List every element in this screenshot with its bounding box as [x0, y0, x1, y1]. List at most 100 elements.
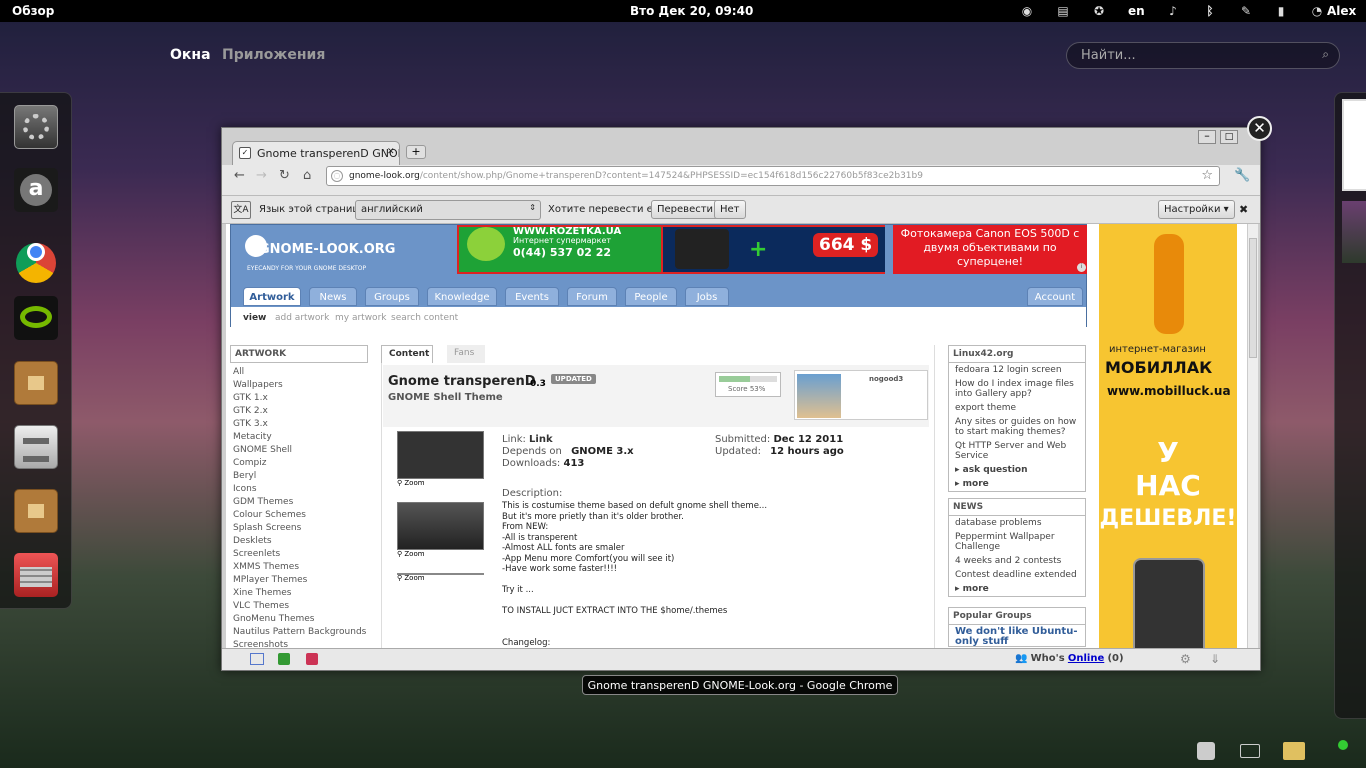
zoom-link-2[interactable]: ⚲ Zoom	[397, 550, 425, 558]
home-icon[interactable]: ⌂	[303, 168, 311, 183]
linux42-item[interactable]: Qt HTTP Server and Web Service	[949, 439, 1085, 463]
chrome-icon[interactable]	[14, 232, 58, 283]
settings-icon[interactable]	[14, 105, 58, 149]
banner-camera[interactable]: + 664 $	[663, 225, 885, 274]
avatar[interactable]	[797, 374, 841, 418]
link-value[interactable]: Link	[529, 434, 553, 445]
bluetooth-icon[interactable]: ᛒ	[1203, 4, 1217, 18]
clock[interactable]: Втo Дек 20, 09:40	[630, 4, 753, 18]
screenshot-thumb-1[interactable]	[397, 431, 484, 479]
page-info-icon[interactable]: ◌	[331, 170, 343, 182]
pen-icon[interactable]: ✎	[1239, 4, 1253, 18]
page-scrollbar[interactable]	[1247, 224, 1258, 648]
sidebar-item[interactable]: MPlayer Themes	[233, 575, 373, 588]
notification-icon[interactable]	[1283, 742, 1305, 760]
sidebar-item[interactable]: Compiz	[233, 458, 373, 471]
chrome-window[interactable]: – □ ✓ Gnome transperenD GNOM ✕ + ← → ↻ ⌂…	[221, 127, 1261, 671]
browser-tab[interactable]: ✓ Gnome transperenD GNOM ✕	[232, 141, 400, 165]
sidebar-item[interactable]: Metacity	[233, 432, 373, 445]
gear-icon[interactable]: ⚙	[1180, 652, 1191, 666]
zoom-link-1[interactable]: ⚲ Zoom	[397, 479, 425, 487]
news-item[interactable]: Peppermint Wallpaper Challenge	[949, 530, 1085, 554]
keyboard-icon[interactable]	[1240, 744, 1260, 758]
wrench-icon[interactable]: 🔧	[1234, 168, 1250, 183]
tab-fans[interactable]: Fans	[447, 345, 485, 363]
forward-icon[interactable]: →	[256, 168, 267, 183]
language-select[interactable]: английский ⇕	[355, 200, 541, 220]
linux42-item[interactable]: fedoara 12 login screen	[949, 363, 1085, 377]
sidebar-item[interactable]: Icons	[233, 484, 373, 497]
status-dot-icon[interactable]	[1338, 740, 1348, 750]
minimize-button[interactable]: –	[1198, 130, 1216, 144]
file-cabinet-icon[interactable]	[14, 425, 58, 469]
sidebar-item[interactable]: GDM Themes	[233, 497, 373, 510]
sidebar-item[interactable]: GTK 1.x	[233, 393, 373, 406]
keyboard-layout[interactable]: en	[1128, 4, 1145, 18]
subnav-search-content[interactable]: search content	[391, 313, 458, 323]
folder-icon[interactable]: ▤	[1056, 4, 1070, 18]
ask-question-link[interactable]: ▸ ask question	[949, 463, 1085, 477]
tab-news[interactable]: News	[309, 287, 357, 306]
linux42-more-link[interactable]: ▸ more	[949, 477, 1085, 491]
linux42-title[interactable]: Linux42.org	[949, 346, 1085, 363]
translate-settings-button[interactable]: Настройки ▾	[1158, 200, 1235, 219]
back-icon[interactable]: ←	[234, 168, 245, 183]
battery-icon[interactable]: ▮	[1274, 4, 1288, 18]
archive-manager-icon[interactable]	[14, 361, 58, 405]
close-window-button[interactable]: ✕	[1247, 116, 1272, 141]
share-icon[interactable]	[278, 653, 290, 665]
tab-artwork[interactable]: Artwork	[243, 287, 301, 306]
sidebar-item[interactable]: All	[233, 367, 373, 380]
tab-account[interactable]: Account	[1027, 287, 1083, 306]
tab-groups[interactable]: Groups	[365, 287, 419, 306]
whos-online[interactable]: 👥 Who's Online (0)	[1015, 653, 1124, 664]
tab-events[interactable]: Events	[505, 287, 559, 306]
subnav-add-artwork[interactable]: add artwork	[275, 313, 329, 323]
sidebar-item[interactable]: GnoMenu Themes	[233, 614, 373, 627]
firewall-icon[interactable]	[14, 553, 58, 597]
workspace-1[interactable]	[1342, 99, 1366, 191]
sidebar-item[interactable]: VLC Themes	[233, 601, 373, 614]
tab-content[interactable]: Content	[381, 345, 433, 363]
sidebar-item[interactable]: GTK 3.x	[233, 419, 373, 432]
address-bar[interactable]: ◌ gnome-look.org/content/show.php/Gnome+…	[326, 166, 1220, 186]
tab-applications[interactable]: Приложения	[222, 47, 325, 63]
screenshot-thumb-2[interactable]	[397, 502, 484, 550]
tab-windows[interactable]: Окна	[170, 47, 211, 63]
sidebar-item[interactable]: Wallpapers	[233, 380, 373, 393]
reload-icon[interactable]: ↻	[279, 168, 290, 183]
package-installer-icon[interactable]	[14, 489, 58, 533]
overview-search-input[interactable]: Найти... ⌕	[1066, 42, 1340, 69]
bookmark-icon[interactable]	[250, 653, 264, 665]
banner-rozetka[interactable]: WWW.ROZETKA.UA Интернет супермаркет 0(44…	[457, 225, 663, 274]
news-item[interactable]: database problems	[949, 516, 1085, 530]
sidebar-item[interactable]: Desklets	[233, 536, 373, 549]
linux42-item[interactable]: Any sites or guides on how to start maki…	[949, 415, 1085, 439]
translate-button[interactable]: Перевести	[651, 200, 720, 219]
collapse-icon[interactable]: ⇓	[1210, 652, 1220, 666]
sidebar-item[interactable]: Screenshots	[233, 640, 373, 648]
infobar-close-icon[interactable]: ✖	[1239, 203, 1248, 216]
amazon-icon[interactable]: a	[14, 168, 58, 212]
author-box[interactable]: nogood3	[794, 370, 928, 420]
user-menu[interactable]: Alex	[1327, 4, 1356, 18]
sidebar-item[interactable]: Colour Schemes	[233, 510, 373, 523]
sidebar-item[interactable]: Xine Themes	[233, 588, 373, 601]
rss-icon[interactable]	[306, 653, 318, 665]
tab-close-icon[interactable]: ✕	[387, 147, 395, 157]
sidebar-item[interactable]: Screenlets	[233, 549, 373, 562]
linux42-item[interactable]: How do I index image files into Gallery …	[949, 377, 1085, 401]
eject-icon[interactable]	[1197, 742, 1215, 760]
zoom-link-3[interactable]: ⚲ Zoom	[397, 574, 425, 582]
tab-knowledge[interactable]: Knowledge	[427, 287, 497, 306]
sidebar-item[interactable]: XMMS Themes	[233, 562, 373, 575]
sidebar-item[interactable]: Beryl	[233, 471, 373, 484]
author-name[interactable]: nogood3	[869, 375, 903, 383]
maximize-button[interactable]: □	[1220, 130, 1238, 144]
news-item[interactable]: Contest deadline extended	[949, 568, 1085, 582]
network-icon[interactable]: ◉	[1020, 4, 1034, 18]
sidebar-item[interactable]: Splash Screens	[233, 523, 373, 536]
tab-jobs[interactable]: Jobs	[685, 287, 729, 306]
sidebar-item[interactable]: GNOME Shell	[233, 445, 373, 458]
linux42-item[interactable]: export theme	[949, 401, 1085, 415]
